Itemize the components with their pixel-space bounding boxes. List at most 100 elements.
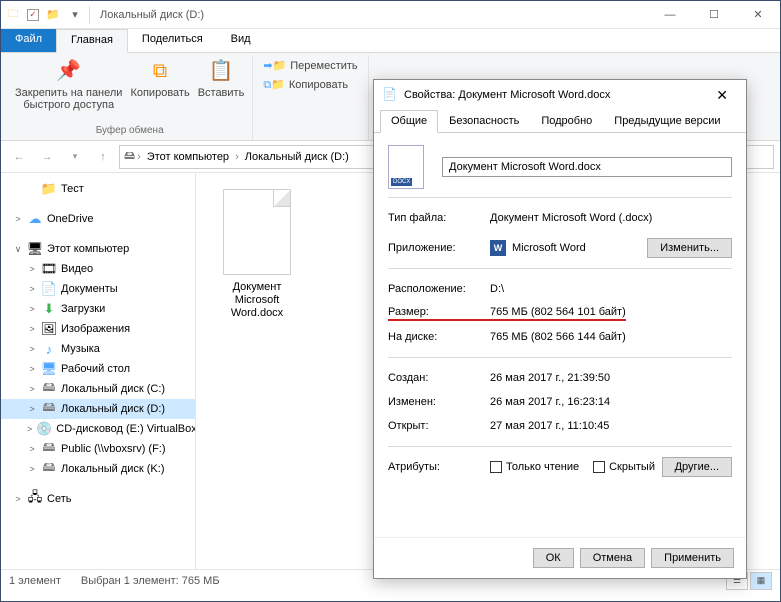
expand-icon[interactable]: > — [27, 344, 37, 354]
paste-button[interactable]: 📋 Вставить — [198, 57, 245, 111]
file-item[interactable]: Документ Microsoft Word.docx — [212, 189, 302, 321]
size-val: 765 МБ (802 564 101 байт) — [490, 306, 626, 321]
pin-icon: 📌 — [55, 57, 83, 85]
copyto-icon: ⧉📁 — [263, 78, 285, 92]
expand-icon[interactable]: > — [27, 404, 37, 414]
pin-button[interactable]: 📌 Закрепить на панели быстрого доступа — [15, 57, 122, 111]
bc-pc[interactable]: Этот компьютер — [143, 151, 233, 163]
copy-label: Копировать — [130, 87, 189, 99]
tab-home[interactable]: Главная — [56, 29, 128, 53]
tab-view[interactable]: Вид — [217, 29, 265, 52]
change-app-button[interactable]: Изменить... — [647, 238, 732, 258]
expand-icon[interactable]: > — [13, 494, 23, 504]
pin-label: Закрепить на панели быстрого доступа — [15, 87, 122, 111]
expand-icon[interactable]: > — [27, 264, 37, 274]
tree-item[interactable]: >🎞Видео — [1, 259, 195, 279]
up-button[interactable]: ↑ — [91, 145, 115, 169]
nav-tree[interactable]: 📁Тест > ☁ OneDrive ∨ 🖥 Этот компьютер >🎞Видео>📄… — [1, 173, 196, 569]
bc-drive[interactable]: Локальный диск (D:) — [241, 151, 353, 163]
expand-icon[interactable]: > — [27, 464, 37, 474]
move-icon: ➡📁 — [263, 59, 286, 72]
forward-button[interactable]: → — [35, 145, 59, 169]
tree-item-label: CD-дисковод (E:) VirtualBox G — [56, 423, 196, 435]
disk-val: 765 МБ (802 566 144 байт) — [490, 331, 626, 343]
ok-button[interactable]: ОК — [533, 548, 574, 568]
tree-item[interactable]: >🖥Рабочий стол — [1, 359, 195, 379]
dialog-titlebar[interactable]: 📄 Свойства: Документ Microsoft Word.docx… — [374, 80, 746, 110]
created-val: 26 мая 2017 г., 21:39:50 — [490, 372, 610, 384]
qat-dropdown-icon[interactable]: ▾ — [67, 7, 83, 23]
tab-details[interactable]: Подробно — [530, 110, 603, 132]
tree-item-icon: 🖴 — [41, 441, 57, 457]
tree-item[interactable]: > 🖧 Сеть — [1, 489, 195, 509]
tree-item[interactable]: >♪Музыка — [1, 339, 195, 359]
folder-icon: 🗀 — [5, 7, 21, 23]
tree-item-label: Сеть — [47, 493, 71, 505]
tree-item-label: Этот компьютер — [47, 243, 129, 255]
recent-dropdown[interactable]: ▾ — [63, 145, 87, 169]
apply-button[interactable]: Применить — [651, 548, 734, 568]
expand-icon[interactable]: > — [27, 304, 37, 314]
tree-item[interactable]: ∨ 🖥 Этот компьютер — [1, 239, 195, 259]
expand-icon[interactable]: > — [27, 444, 37, 454]
ribbon-tabs: Файл Главная Поделиться Вид — [1, 29, 780, 53]
tree-item-icon: 🖥 — [27, 241, 43, 257]
tab-previous-versions[interactable]: Предыдущие версии — [603, 110, 731, 132]
expand-icon[interactable]: > — [27, 424, 32, 434]
expand-icon[interactable]: > — [27, 384, 37, 394]
tree-item-label: Документы — [61, 283, 118, 295]
copy-to-button[interactable]: ⧉📁Копировать — [261, 76, 359, 94]
tab-share[interactable]: Поделиться — [128, 29, 217, 52]
tree-item[interactable]: 📁Тест — [1, 179, 195, 199]
file-thumbnail — [223, 189, 291, 275]
tree-item[interactable]: >🖼Изображения — [1, 319, 195, 339]
tab-security[interactable]: Безопасность — [438, 110, 530, 132]
tree-item-icon: 🖧 — [27, 491, 43, 507]
qat-folder-icon[interactable]: 📁 — [45, 7, 61, 23]
readonly-checkbox[interactable]: Только чтение — [490, 461, 579, 473]
qat-checkbox-icon[interactable]: ✓ — [27, 9, 39, 21]
tree-item[interactable]: >⬇Загрузки — [1, 299, 195, 319]
other-attributes-button[interactable]: Другие... — [662, 457, 732, 477]
type-val: Документ Microsoft Word (.docx) — [490, 212, 652, 224]
close-button[interactable]: ✕ — [736, 1, 780, 29]
dialog-title-text: Свойства: Документ Microsoft Word.docx — [404, 89, 610, 101]
file-name: Документ Microsoft Word.docx — [212, 281, 302, 321]
window-title: Локальный диск (D:) — [100, 9, 204, 21]
expand-icon[interactable]: ∨ — [13, 244, 23, 255]
tree-item[interactable]: >🖴Локальный диск (C:) — [1, 379, 195, 399]
tree-item[interactable]: > 🖴 Public (\\vboxsrv) (F:) — [1, 439, 195, 459]
tree-item[interactable]: > ☁ OneDrive — [1, 209, 195, 229]
expand-icon[interactable]: > — [27, 324, 37, 334]
tree-item-label: OneDrive — [47, 213, 93, 225]
minimize-button[interactable]: — — [648, 1, 692, 29]
tree-item-label: Public (\\vboxsrv) (F:) — [61, 443, 166, 455]
back-button[interactable]: ← — [7, 145, 31, 169]
hidden-checkbox[interactable]: Скрытый — [593, 461, 655, 473]
ribbon-group-clipboard: Буфер обмена — [96, 123, 164, 138]
dialog-tabs: Общие Безопасность Подробно Предыдущие в… — [374, 110, 746, 133]
tree-item-label: Локальный диск (K:) — [61, 463, 165, 475]
filename-input[interactable] — [442, 157, 732, 177]
copy-button[interactable]: ⧉ Копировать — [130, 57, 189, 111]
view-icons-button[interactable]: ▦ — [750, 572, 772, 590]
tab-general[interactable]: Общие — [380, 110, 438, 133]
tree-item[interactable]: >📄Документы — [1, 279, 195, 299]
tab-file[interactable]: Файл — [1, 29, 56, 52]
move-to-button[interactable]: ➡📁Переместить — [261, 57, 359, 74]
tree-item[interactable]: >🖴Локальный диск (K:) — [1, 459, 195, 479]
expand-icon[interactable]: > — [27, 364, 37, 374]
disk-key: На диске: — [388, 331, 490, 343]
tree-item[interactable]: >💿CD-дисковод (E:) VirtualBox G — [1, 419, 195, 439]
expand-icon[interactable]: > — [13, 214, 23, 224]
cancel-button[interactable]: Отмена — [580, 548, 645, 568]
tree-item-label: Локальный диск (D:) — [61, 403, 165, 415]
paste-label: Вставить — [198, 87, 245, 99]
dialog-close-button[interactable]: ✕ — [706, 83, 738, 108]
dialog-icon: 📄 — [382, 87, 398, 103]
expand-icon[interactable]: > — [27, 284, 37, 294]
opened-val: 27 мая 2017 г., 11:10:45 — [490, 420, 609, 432]
maximize-button[interactable]: ☐ — [692, 1, 736, 29]
tree-item[interactable]: >🖴Локальный диск (D:) — [1, 399, 195, 419]
tree-item-icon: ☁ — [27, 211, 43, 227]
